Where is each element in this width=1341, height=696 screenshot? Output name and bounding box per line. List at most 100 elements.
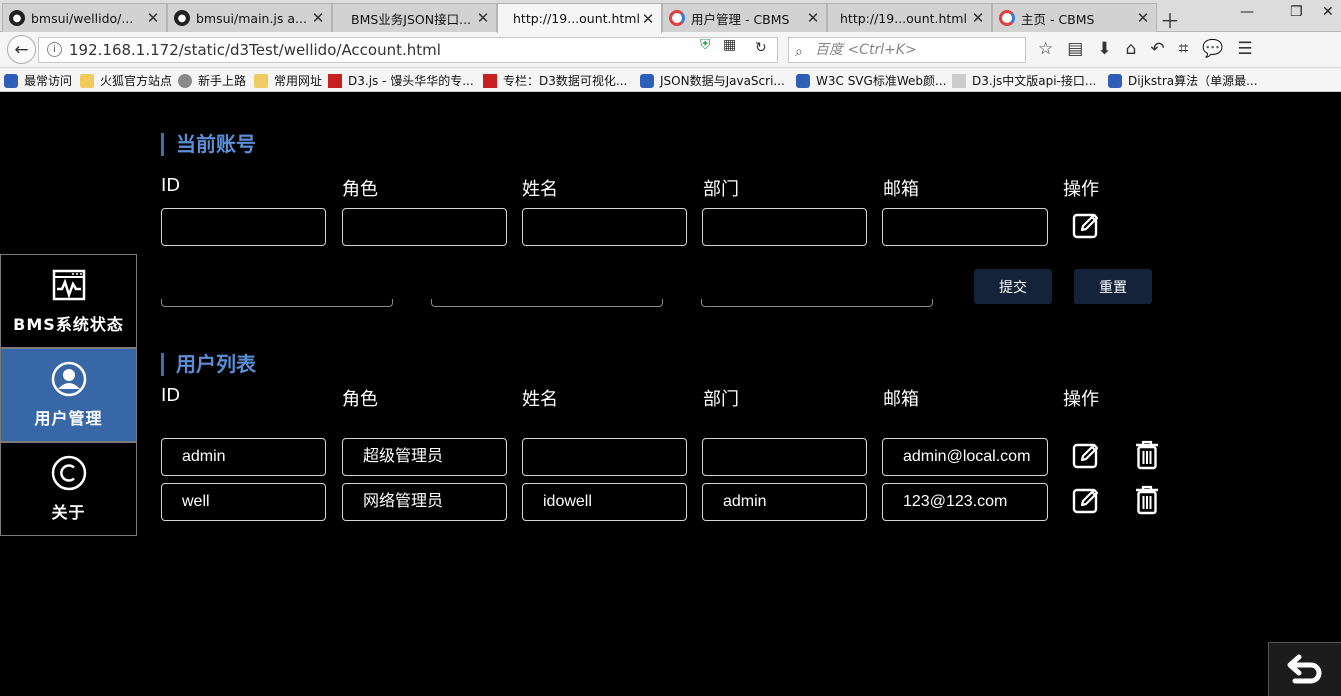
tab-label: 用户管理 - CBMS [691, 11, 790, 27]
user-dept-field[interactable]: admin [702, 483, 867, 521]
current-account-title: 当前账号 [161, 133, 256, 156]
edit-icon[interactable] [1071, 440, 1101, 470]
reset-button[interactable]: 重置 [1074, 269, 1152, 304]
current-role-field[interactable] [342, 208, 507, 246]
user-name-field[interactable] [522, 438, 687, 476]
browser-tab[interactable]: http://19...ount.html ✕ [827, 3, 992, 32]
bookmark-item[interactable]: Dijkstra算法（单源最... [1108, 72, 1258, 89]
user-dept-field[interactable] [702, 438, 867, 476]
password-field-edge[interactable] [431, 299, 663, 307]
search-input[interactable]: ⌕ 百度 <Ctrl+K> [788, 37, 1026, 63]
restore-icon[interactable]: ❐ [1290, 4, 1303, 20]
page-icon [952, 73, 966, 88]
sidebar-item-user-management[interactable]: 用户管理 [0, 348, 137, 442]
tab-label: 主页 - CBMS [1021, 11, 1095, 27]
site-icon [1108, 73, 1122, 88]
browser-tab[interactable]: BMS业务JSON接口... ✕ [332, 3, 497, 32]
user-email-field[interactable]: admin@local.com [882, 438, 1048, 476]
browser-tab[interactable]: ● bmsui/main.js a... ✕ [167, 3, 332, 32]
sidebar-item-bms-status[interactable]: BMS系统状态 [0, 254, 137, 348]
col-header-id: ID [161, 175, 181, 196]
chat-icon[interactable]: 💬 [1202, 39, 1237, 59]
password-field-edge[interactable] [161, 299, 393, 307]
col-header-action: 操作 [1063, 389, 1099, 410]
bookmark-item[interactable]: W3C SVG标准Web颜... [796, 72, 946, 89]
close-icon[interactable]: ✕ [969, 9, 987, 27]
browser-tab[interactable]: ● bmsui/wellido/... ✕ [2, 3, 167, 32]
bookmark-item[interactable]: 专栏：D3数据可视化... [483, 72, 627, 89]
bookmark-item[interactable]: 常用网址 [254, 72, 322, 89]
url-text: 192.168.1.172/static/d3Test/wellido/Acco… [69, 41, 441, 59]
col-header-dept: 部门 [703, 389, 739, 410]
shield-qr-icons[interactable]: ⛨ ▦ [700, 37, 736, 53]
browser-tab-active[interactable]: http://19...ount.html ✕ [497, 3, 662, 33]
bookmark-item[interactable]: D3.js - 馒头华华的专... [328, 72, 474, 89]
close-icon[interactable]: ✕ [309, 9, 327, 27]
browser-tab-bar: ● bmsui/wellido/... ✕ ● bmsui/main.js a.… [0, 0, 1341, 34]
trash-icon[interactable] [1132, 485, 1162, 515]
close-icon[interactable]: ✕ [144, 9, 162, 27]
home-icon[interactable]: ⌂ [1126, 39, 1151, 59]
shield-icon[interactable]: ⛨ [700, 37, 711, 53]
user-role-field[interactable]: 网络管理员 [342, 483, 507, 521]
user-role-field[interactable]: 超级管理员 [342, 438, 507, 476]
bookmark-item[interactable]: 最常访问 [4, 72, 72, 89]
browser-tab[interactable]: 用户管理 - CBMS ✕ [662, 3, 827, 32]
new-tab-icon[interactable]: ＋ [1160, 5, 1180, 34]
user-id-field[interactable]: admin [161, 438, 326, 476]
close-icon[interactable]: ✕ [639, 10, 657, 28]
monitor-wave-icon [52, 267, 86, 303]
current-id-field[interactable] [161, 208, 326, 246]
close-icon[interactable]: ✕ [474, 9, 492, 27]
trash-icon[interactable] [1132, 440, 1162, 470]
bookmark-item[interactable]: 新手上路 [178, 72, 246, 89]
return-button[interactable] [1268, 642, 1341, 696]
edit-icon[interactable] [1071, 485, 1101, 515]
copyright-icon [51, 455, 87, 491]
user-list-title: 用户列表 [161, 353, 256, 376]
browser-tab[interactable]: 主页 - CBMS ✕ [992, 3, 1157, 32]
undo-icon[interactable]: ↶ [1150, 39, 1178, 59]
browser-nav-bar: ← i 192.168.1.172/static/d3Test/wellido/… [0, 32, 1341, 68]
close-window-icon[interactable]: ✕ [1322, 4, 1334, 20]
qr-code-icon[interactable]: ▦ [723, 37, 736, 53]
info-icon[interactable]: i [47, 42, 62, 57]
close-icon[interactable]: ✕ [804, 9, 822, 27]
user-name-field[interactable]: idowell [522, 483, 687, 521]
bookmark-item[interactable]: JSON数据与JavaScri... [640, 72, 785, 89]
download-icon[interactable]: ⬇ [1097, 39, 1125, 59]
password-field-edge[interactable] [701, 299, 933, 307]
back-arrow-icon[interactable]: ← [7, 35, 36, 64]
sidebar: BMS系统状态 用户管理 关于 [0, 254, 137, 536]
col-header-dept: 部门 [703, 179, 739, 200]
current-email-field[interactable] [882, 208, 1048, 246]
user-email-field[interactable]: 123@123.com [882, 483, 1048, 521]
csdn-icon [483, 73, 497, 88]
cbms-icon [999, 10, 1015, 26]
edit-icon[interactable] [1071, 210, 1101, 240]
minimize-icon[interactable]: — [1240, 4, 1254, 20]
current-name-field[interactable] [522, 208, 687, 246]
close-icon[interactable]: ✕ [1134, 9, 1152, 27]
reload-icon[interactable]: ↻ [755, 40, 767, 56]
bookmark-item[interactable]: 火狐官方站点 [80, 72, 172, 89]
account-page: BMS系统状态 用户管理 关于 当前账号 ID 角色 姓名 部门 邮箱 操作 提… [0, 93, 1341, 696]
tab-label: http://19...ount.html [840, 10, 967, 26]
sidebar-item-label: 关于 [51, 503, 86, 522]
tab-label: bmsui/main.js a... [196, 10, 307, 26]
address-bar[interactable]: i 192.168.1.172/static/d3Test/wellido/Ac… [38, 37, 778, 63]
col-header-role: 角色 [342, 389, 378, 410]
user-id-field[interactable]: well [161, 483, 326, 521]
crop-icon[interactable]: ⌗ [1179, 39, 1203, 59]
bookmark-star-icon[interactable]: ☆ [1038, 39, 1067, 59]
cbms-icon [669, 10, 685, 26]
col-header-email: 邮箱 [883, 179, 919, 200]
menu-icon[interactable]: ☰ [1237, 39, 1266, 59]
current-dept-field[interactable] [702, 208, 867, 246]
submit-button[interactable]: 提交 [974, 269, 1052, 304]
sidebar-item-about[interactable]: 关于 [0, 442, 137, 536]
w3c-icon [796, 73, 810, 88]
reading-list-icon[interactable]: ▤ [1067, 39, 1097, 59]
bookmark-item[interactable]: D3.js中文版api-接口... [952, 72, 1096, 89]
col-header-action: 操作 [1063, 179, 1099, 200]
